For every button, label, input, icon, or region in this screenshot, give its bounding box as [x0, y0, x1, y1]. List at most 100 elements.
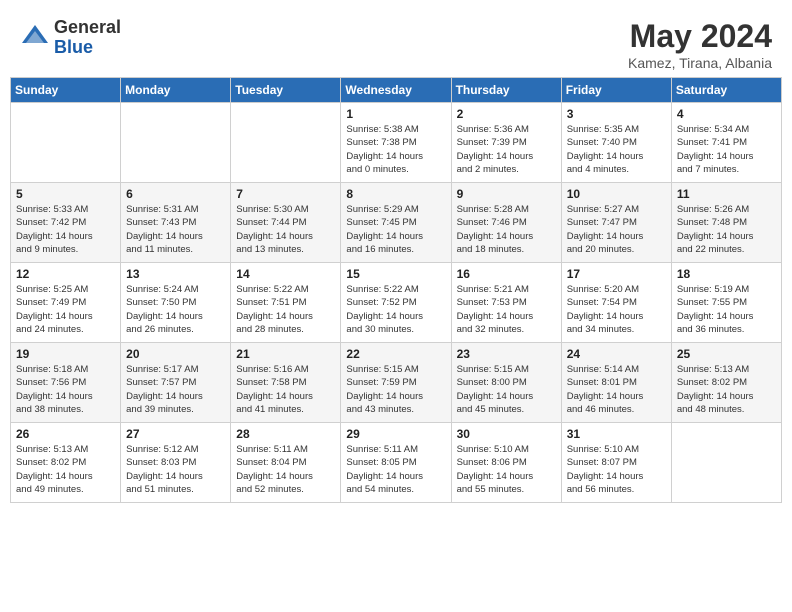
header-friday: Friday	[561, 78, 671, 103]
day-number-3-0: 19	[16, 347, 115, 361]
header-saturday: Saturday	[671, 78, 781, 103]
logo-icon	[20, 23, 50, 53]
title-block: May 2024 Kamez, Tirana, Albania	[628, 18, 772, 71]
week-row-4: 26 Sunrise: 5:13 AMSunset: 8:02 PMDayligh…	[11, 423, 782, 503]
day-number-0-4: 2	[457, 107, 556, 121]
day-info-2-3: Sunrise: 5:22 AMSunset: 7:52 PMDaylight:…	[346, 283, 445, 336]
day-number-3-5: 24	[567, 347, 666, 361]
day-number-4-5: 31	[567, 427, 666, 441]
calendar-cell-3-2: 21 Sunrise: 5:16 AMSunset: 7:58 PMDayligh…	[231, 343, 341, 423]
calendar-cell-2-5: 17Sunrise: 5:20 AMSunset: 7:54 PMDayligh…	[561, 263, 671, 343]
calendar-header-row: Sunday Monday Tuesday Wednesday Thursday…	[11, 78, 782, 103]
day-info-2-0: Sunrise: 5:25 AMSunset: 7:49 PMDaylight:…	[16, 283, 115, 336]
calendar-cell-0-0	[11, 103, 121, 183]
calendar-cell-4-5: 31 Sunrise: 5:10 AMSunset: 8:07 PMDayligh…	[561, 423, 671, 503]
calendar-cell-3-3: 22 Sunrise: 5:15 AMSunset: 7:59 PMDayligh…	[341, 343, 451, 423]
day-number-0-5: 3	[567, 107, 666, 121]
day-number-2-5: 17	[567, 267, 666, 281]
day-number-1-3: 8	[346, 187, 445, 201]
calendar: Sunday Monday Tuesday Wednesday Thursday…	[10, 77, 782, 503]
day-number-2-2: 14	[236, 267, 335, 281]
day-info-1-6: Sunrise: 5:26 AMSunset: 7:48 PMDaylight:…	[677, 203, 776, 256]
day-info-1-4: Sunrise: 5:28 AMSunset: 7:46 PMDaylight:…	[457, 203, 556, 256]
day-info-4-0: Sunrise: 5:13 AMSunset: 8:02 PMDaylight:…	[16, 443, 115, 496]
day-info-2-1: Sunrise: 5:24 AMSunset: 7:50 PMDaylight:…	[126, 283, 225, 336]
day-number-1-6: 11	[677, 187, 776, 201]
calendar-cell-2-2: 14 Sunrise: 5:22 AMSunset: 7:51 PMDayligh…	[231, 263, 341, 343]
calendar-cell-3-1: 20 Sunrise: 5:17 AMSunset: 7:57 PMDayligh…	[121, 343, 231, 423]
month-year: May 2024	[628, 18, 772, 55]
day-info-1-5: Sunrise: 5:27 AMSunset: 7:47 PMDaylight:…	[567, 203, 666, 256]
day-info-0-5: Sunrise: 5:35 AMSunset: 7:40 PMDaylight:…	[567, 123, 666, 176]
day-info-3-4: Sunrise: 5:15 AMSunset: 8:00 PMDaylight:…	[457, 363, 556, 416]
header-thursday: Thursday	[451, 78, 561, 103]
calendar-cell-1-6: 11 Sunrise: 5:26 AMSunset: 7:48 PMDayligh…	[671, 183, 781, 263]
calendar-cell-4-6	[671, 423, 781, 503]
day-info-1-1: Sunrise: 5:31 AMSunset: 7:43 PMDaylight:…	[126, 203, 225, 256]
day-number-3-6: 25	[677, 347, 776, 361]
day-number-2-1: 13	[126, 267, 225, 281]
header: General Blue May 2024 Kamez, Tirana, Alb…	[10, 10, 782, 77]
calendar-cell-3-6: 25 Sunrise: 5:13 AMSunset: 8:02 PMDayligh…	[671, 343, 781, 423]
day-number-3-4: 23	[457, 347, 556, 361]
week-row-3: 19Sunrise: 5:18 AMSunset: 7:56 PMDayligh…	[11, 343, 782, 423]
day-info-4-3: Sunrise: 5:11 AMSunset: 8:05 PMDaylight:…	[346, 443, 445, 496]
day-number-1-1: 6	[126, 187, 225, 201]
day-info-4-5: Sunrise: 5:10 AMSunset: 8:07 PMDaylight:…	[567, 443, 666, 496]
day-info-0-3: Sunrise: 5:38 AMSunset: 7:38 PMDaylight:…	[346, 123, 445, 176]
day-number-3-3: 22	[346, 347, 445, 361]
day-info-0-6: Sunrise: 5:34 AMSunset: 7:41 PMDaylight:…	[677, 123, 776, 176]
day-info-3-3: Sunrise: 5:15 AMSunset: 7:59 PMDaylight:…	[346, 363, 445, 416]
day-number-4-0: 26	[16, 427, 115, 441]
calendar-cell-4-0: 26 Sunrise: 5:13 AMSunset: 8:02 PMDayligh…	[11, 423, 121, 503]
calendar-cell-0-4: 2Sunrise: 5:36 AMSunset: 7:39 PMDaylight…	[451, 103, 561, 183]
day-number-2-3: 15	[346, 267, 445, 281]
day-number-1-5: 10	[567, 187, 666, 201]
header-tuesday: Tuesday	[231, 78, 341, 103]
day-number-1-2: 7	[236, 187, 335, 201]
day-info-4-4: Sunrise: 5:10 AMSunset: 8:06 PMDaylight:…	[457, 443, 556, 496]
day-info-3-1: Sunrise: 5:17 AMSunset: 7:57 PMDaylight:…	[126, 363, 225, 416]
day-number-0-6: 4	[677, 107, 776, 121]
day-number-4-1: 27	[126, 427, 225, 441]
calendar-cell-1-4: 9 Sunrise: 5:28 AMSunset: 7:46 PMDaylight…	[451, 183, 561, 263]
location: Kamez, Tirana, Albania	[628, 55, 772, 71]
day-number-4-2: 28	[236, 427, 335, 441]
calendar-cell-3-5: 24 Sunrise: 5:14 AMSunset: 8:01 PMDayligh…	[561, 343, 671, 423]
day-number-2-0: 12	[16, 267, 115, 281]
day-number-4-3: 29	[346, 427, 445, 441]
header-sunday: Sunday	[11, 78, 121, 103]
calendar-cell-0-3: 1 Sunrise: 5:38 AMSunset: 7:38 PMDaylight…	[341, 103, 451, 183]
day-info-1-3: Sunrise: 5:29 AMSunset: 7:45 PMDaylight:…	[346, 203, 445, 256]
day-info-3-2: Sunrise: 5:16 AMSunset: 7:58 PMDaylight:…	[236, 363, 335, 416]
day-number-4-4: 30	[457, 427, 556, 441]
day-info-2-6: Sunrise: 5:19 AMSunset: 7:55 PMDaylight:…	[677, 283, 776, 336]
calendar-cell-4-3: 29 Sunrise: 5:11 AMSunset: 8:05 PMDayligh…	[341, 423, 451, 503]
day-number-3-1: 20	[126, 347, 225, 361]
week-row-1: 5Sunrise: 5:33 AMSunset: 7:42 PMDaylight…	[11, 183, 782, 263]
day-number-2-6: 18	[677, 267, 776, 281]
calendar-cell-0-5: 3 Sunrise: 5:35 AMSunset: 7:40 PMDaylight…	[561, 103, 671, 183]
calendar-cell-1-5: 10 Sunrise: 5:27 AMSunset: 7:47 PMDayligh…	[561, 183, 671, 263]
day-number-2-4: 16	[457, 267, 556, 281]
calendar-cell-3-4: 23 Sunrise: 5:15 AMSunset: 8:00 PMDayligh…	[451, 343, 561, 423]
day-info-2-2: Sunrise: 5:22 AMSunset: 7:51 PMDaylight:…	[236, 283, 335, 336]
calendar-cell-2-3: 15 Sunrise: 5:22 AMSunset: 7:52 PMDayligh…	[341, 263, 451, 343]
calendar-cell-2-0: 12 Sunrise: 5:25 AMSunset: 7:49 PMDayligh…	[11, 263, 121, 343]
day-number-0-3: 1	[346, 107, 445, 121]
day-info-4-1: Sunrise: 5:12 AMSunset: 8:03 PMDaylight:…	[126, 443, 225, 496]
day-number-3-2: 21	[236, 347, 335, 361]
calendar-cell-3-0: 19Sunrise: 5:18 AMSunset: 7:56 PMDayligh…	[11, 343, 121, 423]
calendar-cell-2-4: 16 Sunrise: 5:21 AMSunset: 7:53 PMDayligh…	[451, 263, 561, 343]
day-number-1-4: 9	[457, 187, 556, 201]
day-info-2-4: Sunrise: 5:21 AMSunset: 7:53 PMDaylight:…	[457, 283, 556, 336]
day-info-1-2: Sunrise: 5:30 AMSunset: 7:44 PMDaylight:…	[236, 203, 335, 256]
calendar-cell-1-2: 7 Sunrise: 5:30 AMSunset: 7:44 PMDaylight…	[231, 183, 341, 263]
calendar-cell-4-4: 30 Sunrise: 5:10 AMSunset: 8:06 PMDayligh…	[451, 423, 561, 503]
week-row-2: 12 Sunrise: 5:25 AMSunset: 7:49 PMDayligh…	[11, 263, 782, 343]
logo: General Blue	[20, 18, 121, 58]
day-info-3-5: Sunrise: 5:14 AMSunset: 8:01 PMDaylight:…	[567, 363, 666, 416]
calendar-cell-0-6: 4 Sunrise: 5:34 AMSunset: 7:41 PMDaylight…	[671, 103, 781, 183]
day-info-3-6: Sunrise: 5:13 AMSunset: 8:02 PMDaylight:…	[677, 363, 776, 416]
logo-text: General Blue	[54, 18, 121, 58]
